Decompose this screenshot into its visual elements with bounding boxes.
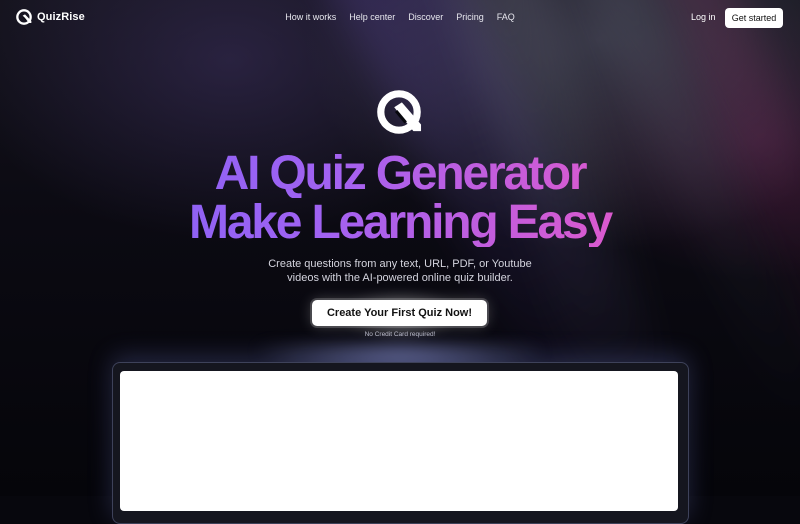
login-link[interactable]: Log in [691,12,716,22]
nav-link-how-it-works[interactable]: How it works [285,12,336,22]
nav-link-help-center[interactable]: Help center [349,12,395,22]
hero-headline-line1: AI Quiz Generator [0,150,800,198]
nav-link-faq[interactable]: FAQ [497,12,515,22]
nav-link-pricing[interactable]: Pricing [456,12,484,22]
top-nav: QuizRise How it works Help center Discov… [0,0,800,36]
create-first-quiz-button[interactable]: Create Your First Quiz Now! [312,300,487,326]
nav-links: How it works Help center Discover Pricin… [0,12,800,22]
nav-link-discover[interactable]: Discover [408,12,443,22]
quizrise-logo-icon [377,90,422,134]
product-preview-screen [120,371,678,511]
get-started-button[interactable]: Get started [725,8,783,28]
hero-headline-line2: Make Learning Easy [0,199,800,247]
hero-subtitle-line1: Create questions from any text, URL, PDF… [268,258,532,270]
no-credit-card-note: No Credit Card required! [364,331,436,338]
hero-subtitle-line2: videos with the AI-powered online quiz b… [287,272,513,284]
